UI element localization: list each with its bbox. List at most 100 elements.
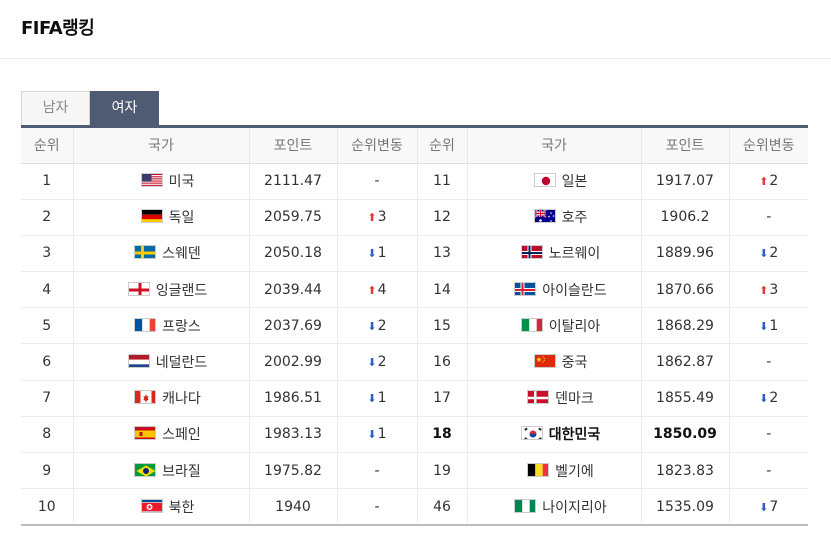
arrow-down-icon: ⬇ bbox=[367, 428, 377, 442]
points-cell: 1868.29 bbox=[641, 307, 730, 345]
rank-change-cell: ⬆2 bbox=[729, 163, 808, 200]
country-name: 중국 bbox=[561, 355, 588, 372]
country-cell: 스페인 bbox=[73, 416, 250, 454]
iceland-flag-icon bbox=[514, 281, 537, 296]
table-row: 8 스페인 1983.13 ⬇1 18 대한민국 1850.09- bbox=[21, 416, 808, 454]
denmark-flag-icon bbox=[527, 390, 550, 405]
rank-cell: 8 bbox=[21, 416, 74, 454]
table-row: 7 캐나다 1986.51 ⬇1 17 덴마크 1855.49 ⬇2 bbox=[21, 380, 808, 417]
rank-change-cell: ⬆3 bbox=[337, 199, 418, 236]
country-name: 브라질 bbox=[162, 463, 201, 480]
header-rank: 순위 bbox=[21, 128, 74, 164]
country-cell: 덴마크 bbox=[467, 380, 642, 417]
country-name: 스페인 bbox=[162, 427, 201, 444]
ranking-table: 순위 국가 포인트 순위변동 순위 국가 포인트 순위변동 1 미국 2111.47… bbox=[21, 128, 808, 526]
header-change-2: 순위변동 bbox=[729, 128, 808, 164]
country-cell: 중국 bbox=[467, 343, 642, 381]
points-cell: 1917.07 bbox=[641, 163, 730, 200]
tab-women[interactable]: 여자 bbox=[90, 91, 159, 126]
arrow-up-icon: ⬆ bbox=[759, 175, 769, 189]
belgium-flag-icon bbox=[527, 462, 550, 477]
rank-change-value: - bbox=[766, 426, 772, 443]
rank-cell: 10 bbox=[21, 488, 74, 526]
rank-change-cell: ⬆3 bbox=[729, 271, 808, 309]
rank-change-cell: - bbox=[337, 452, 418, 490]
country-name: 네덜란드 bbox=[155, 355, 208, 372]
rank-cell: 3 bbox=[21, 235, 74, 273]
rank-change-cell: ⬇1 bbox=[729, 307, 808, 345]
rank-change-value: - bbox=[374, 498, 380, 515]
rank-change-value: - bbox=[766, 462, 772, 479]
rank-cell: 1 bbox=[21, 163, 74, 200]
brazil-flag-icon bbox=[134, 462, 157, 477]
rank-change-value: - bbox=[766, 354, 772, 371]
country-name: 캐나다 bbox=[162, 391, 201, 408]
rank-change-cell: ⬇1 bbox=[337, 416, 418, 454]
points-cell: 1940 bbox=[249, 488, 338, 526]
points-cell: 1983.13 bbox=[249, 416, 338, 454]
rank-change-value: 1 bbox=[769, 317, 779, 334]
country-cell: 벨기에 bbox=[467, 452, 642, 490]
china-flag-icon bbox=[533, 354, 556, 369]
header-country-2: 국가 bbox=[467, 128, 642, 164]
rank-cell: 4 bbox=[21, 271, 74, 309]
points-cell: 1855.49 bbox=[641, 380, 730, 417]
rank-change-value: 1 bbox=[377, 390, 387, 407]
rank-cell: 19 bbox=[417, 452, 468, 490]
country-cell: 노르웨이 bbox=[467, 235, 642, 273]
rank-cell: 17 bbox=[417, 380, 468, 417]
table-row: 5 프랑스 2037.69 ⬇2 15 이탈리아 1868.29 ⬇1 bbox=[21, 307, 808, 345]
country-cell: 네덜란드 bbox=[73, 343, 250, 381]
header-points: 포인트 bbox=[249, 128, 338, 164]
header-points-2: 포인트 bbox=[641, 128, 730, 164]
table-row: 9 브라질 1975.82 - 19 벨기에 1823.83 - bbox=[21, 452, 808, 490]
table-row: 2 독일 2059.75 ⬆3 12 호주 1906.2- bbox=[21, 199, 808, 236]
table-row: 3 스웨덴 2050.18 ⬇1 13 노르웨이 1889.96 ⬇2 bbox=[21, 235, 808, 273]
country-cell: 나이지리아 bbox=[467, 488, 642, 526]
japan-flag-icon bbox=[533, 173, 556, 188]
country-cell: 아이슬란드 bbox=[467, 271, 642, 309]
points-cell: 2111.47 bbox=[249, 163, 338, 200]
rank-change-value: 7 bbox=[769, 498, 779, 515]
arrow-down-icon: ⬇ bbox=[367, 247, 377, 261]
country-cell: 일본 bbox=[467, 163, 642, 200]
rank-change-cell: - bbox=[729, 199, 808, 236]
country-cell: 프랑스 bbox=[73, 307, 250, 345]
rank-change-cell: ⬇2 bbox=[337, 307, 418, 345]
tab-men[interactable]: 남자 bbox=[21, 91, 90, 126]
rank-change-cell: - bbox=[337, 488, 418, 526]
header-change: 순위변동 bbox=[337, 128, 418, 164]
rank-change-value: 1 bbox=[377, 245, 387, 262]
rank-change-cell: - bbox=[729, 452, 808, 490]
nigeria-flag-icon bbox=[514, 498, 537, 513]
country-name: 일본 bbox=[561, 174, 588, 191]
country-cell: 북한 bbox=[73, 488, 250, 526]
germany-flag-icon bbox=[140, 209, 163, 224]
arrow-down-icon: ⬇ bbox=[367, 392, 377, 406]
arrow-up-icon: ⬆ bbox=[759, 283, 769, 297]
rank-cell: 14 bbox=[417, 271, 468, 309]
rank-change-value: 2 bbox=[377, 317, 387, 334]
country-name: 프랑스 bbox=[162, 318, 201, 335]
points-cell: 1850.09 bbox=[641, 416, 730, 454]
country-name: 미국 bbox=[168, 174, 195, 191]
italy-flag-icon bbox=[520, 317, 543, 332]
usa-flag-icon bbox=[140, 173, 163, 188]
rank-change-value: 3 bbox=[769, 281, 779, 298]
country-cell: 호주 bbox=[467, 199, 642, 236]
points-cell: 1906.2 bbox=[641, 199, 730, 236]
spain-flag-icon bbox=[134, 426, 157, 441]
rank-cell: 6 bbox=[21, 343, 74, 381]
country-name: 이탈리아 bbox=[548, 318, 601, 335]
points-cell: 2002.99 bbox=[249, 343, 338, 381]
rank-change-cell: - bbox=[337, 163, 418, 200]
arrow-down-icon: ⬇ bbox=[367, 319, 377, 333]
rank-change-value: 2 bbox=[769, 245, 779, 262]
gender-tabs: 남자 여자 bbox=[21, 91, 159, 126]
rank-change-value: 1 bbox=[377, 426, 387, 443]
points-cell: 1535.09 bbox=[641, 488, 730, 526]
rank-cell: 9 bbox=[21, 452, 74, 490]
arrow-down-icon: ⬇ bbox=[759, 500, 769, 514]
arrow-down-icon: ⬇ bbox=[759, 319, 769, 333]
arrow-down-icon: ⬇ bbox=[759, 392, 769, 406]
